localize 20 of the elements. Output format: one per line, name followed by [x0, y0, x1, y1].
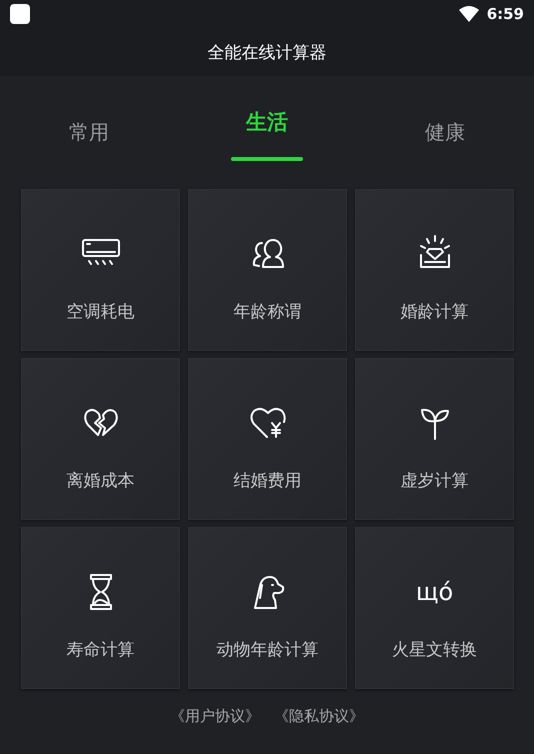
footer-link[interactable]: 《用户协议》	[170, 707, 260, 726]
tool-card[interactable]: 结婚费用	[188, 358, 347, 520]
tab[interactable]: 健康	[356, 110, 534, 154]
tool-card[interactable]: 寿命计算	[21, 527, 180, 689]
tool-card[interactable]: 空调耗电	[21, 189, 180, 351]
app-icon	[10, 4, 30, 24]
window-title: 全能在线计算器	[208, 42, 326, 64]
footer-link[interactable]: 《隐私协议》	[274, 707, 364, 726]
tab[interactable]: 常用	[0, 110, 178, 154]
glyph-icon: щó	[416, 578, 454, 606]
tab-indicator	[231, 157, 303, 161]
tool-card[interactable]: 虚岁计算	[355, 358, 514, 520]
tool-card[interactable]: 离婚成本	[21, 358, 180, 520]
wifi-icon	[458, 6, 479, 22]
status-time: 6:59	[486, 5, 524, 23]
tool-card[interactable]: щó 火星文转换	[355, 527, 514, 689]
tab[interactable]: 生活	[178, 100, 356, 144]
tool-card[interactable]: 婚龄计算	[355, 189, 514, 351]
tool-card[interactable]: 年龄称谓	[188, 189, 347, 351]
tool-card[interactable]: 动物年龄计算	[188, 527, 347, 689]
